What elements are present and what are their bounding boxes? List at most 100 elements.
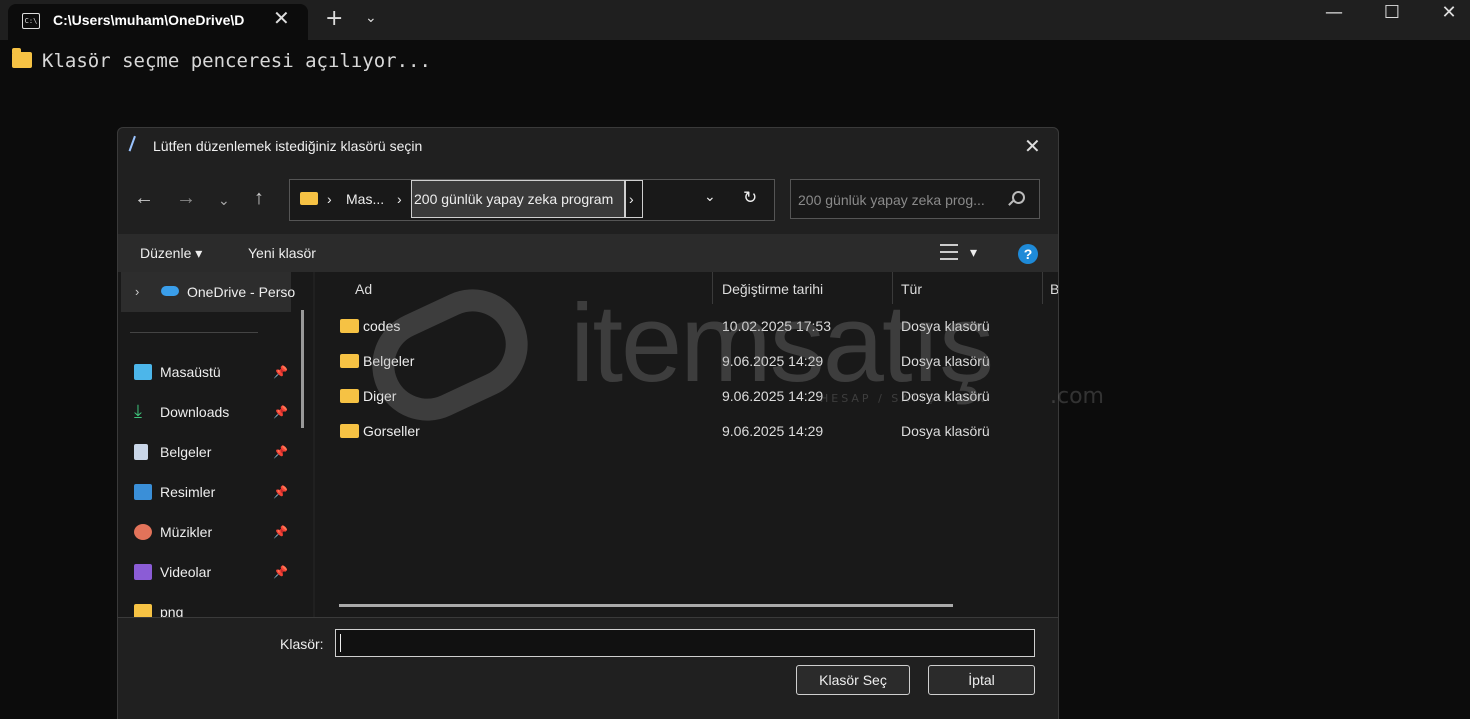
close-icon[interactable]: ✕ xyxy=(273,6,290,30)
folder-icon xyxy=(340,424,359,438)
column-divider[interactable] xyxy=(892,272,893,304)
search-icon xyxy=(1012,191,1025,204)
window-close-button[interactable]: ✕ xyxy=(1426,2,1470,23)
folder-name-input[interactable] xyxy=(335,629,1035,657)
folder-icon xyxy=(12,48,32,68)
nav-item-documents[interactable]: Belgeler xyxy=(134,444,212,460)
nav-label: Downloads xyxy=(160,404,230,420)
horizontal-scrollbar[interactable] xyxy=(339,604,953,607)
forward-arrow-icon[interactable]: → xyxy=(176,187,196,210)
download-icon: ⤓ xyxy=(134,401,142,421)
nav-scrollbar[interactable] xyxy=(301,310,304,428)
nav-item-videos[interactable]: Videolar xyxy=(134,564,212,580)
back-arrow-icon[interactable]: ← xyxy=(134,187,154,210)
feather-icon xyxy=(128,135,144,155)
refresh-icon[interactable]: ↻ xyxy=(743,188,757,208)
folder-icon xyxy=(340,319,359,333)
terminal-tab[interactable]: C:\ C:\Users\muham\OneDrive\D ✕ xyxy=(8,4,308,40)
folder-icon xyxy=(340,354,359,368)
file-date: 10.02.2025 17:53 xyxy=(722,318,831,334)
nav-item-desktop[interactable]: Masaüstü xyxy=(134,364,221,380)
terminal-titlebar: C:\ C:\Users\muham\OneDrive\D ✕ + ⌄ — ☐ … xyxy=(0,0,1470,40)
address-dropdown-icon[interactable]: ⌄ xyxy=(704,188,716,205)
nav-item-onedrive[interactable]: › OneDrive - Perso xyxy=(121,272,295,312)
file-date: 9.06.2025 14:29 xyxy=(722,388,824,404)
chevron-down-icon[interactable]: ⌄ xyxy=(365,10,377,26)
column-header-size[interactable]: B xyxy=(1050,281,1058,297)
dialog-toolbar: Düzenle ▾ Yeni klasör ▾ ? xyxy=(118,234,1058,272)
pin-icon: 📌 xyxy=(273,365,288,379)
tab-title: C:\Users\muham\OneDrive\D xyxy=(53,12,245,28)
pin-icon: 📌 xyxy=(273,405,288,419)
search-input[interactable]: 200 günlük yapay zeka prog... xyxy=(790,179,1040,219)
file-row[interactable]: Gorseller 9.06.2025 14:29 Dosya klasörü xyxy=(315,417,1058,447)
music-icon xyxy=(134,524,152,540)
view-dropdown-icon[interactable]: ▾ xyxy=(970,244,977,261)
breadcrumb-sep-icon: › xyxy=(397,191,402,207)
nav-item-music[interactable]: Müzikler xyxy=(134,524,213,540)
column-header-name[interactable]: Ad xyxy=(355,281,372,297)
file-row[interactable]: Diger 9.06.2025 14:29 Dosya klasörü xyxy=(315,382,1058,412)
view-options-icon[interactable] xyxy=(940,244,958,260)
help-icon[interactable]: ? xyxy=(1018,244,1038,264)
maximize-button[interactable]: ☐ xyxy=(1369,2,1415,23)
text-caret xyxy=(340,634,341,652)
file-type: Dosya klasörü xyxy=(901,423,990,439)
folder-icon xyxy=(300,192,318,205)
select-folder-button[interactable]: Klasör Seç xyxy=(796,665,910,695)
chevron-right-icon: › xyxy=(629,191,634,207)
new-tab-button[interactable]: + xyxy=(325,6,343,31)
recent-chevron-icon[interactable]: ⌄ xyxy=(218,192,230,209)
file-type: Dosya klasörü xyxy=(901,318,990,334)
breadcrumb-item[interactable]: Mas... xyxy=(346,191,384,207)
pin-icon: 📌 xyxy=(273,565,288,579)
pin-icon: 📌 xyxy=(273,525,288,539)
column-divider[interactable] xyxy=(1042,272,1043,304)
organize-menu[interactable]: Düzenle ▾ xyxy=(140,245,202,262)
breadcrumb-expand-button[interactable]: › xyxy=(625,180,643,218)
file-type: Dosya klasörü xyxy=(901,388,990,404)
folder-icon xyxy=(340,389,359,403)
breadcrumb-current[interactable]: 200 günlük yapay zeka program xyxy=(411,180,625,218)
up-arrow-icon[interactable]: ↑ xyxy=(254,187,264,210)
new-folder-button[interactable]: Yeni klasör xyxy=(248,245,316,261)
expand-chevron-icon[interactable]: › xyxy=(135,284,139,299)
document-icon xyxy=(134,444,148,460)
file-name: Belgeler xyxy=(363,353,415,369)
desktop-icon xyxy=(134,364,152,380)
divider xyxy=(130,332,258,333)
file-name: Gorseller xyxy=(363,423,420,439)
dialog-footer: Klasör: Klasör Seç İptal xyxy=(118,617,1058,719)
sort-arrow-icon: ^ xyxy=(801,272,807,279)
navigation-pane: › OneDrive - Perso Masaüstü 📌 ⤓ Download… xyxy=(118,272,313,617)
file-name: Diger xyxy=(363,388,397,404)
nav-label: Resimler xyxy=(160,484,216,500)
pin-icon: 📌 xyxy=(273,445,288,459)
address-bar[interactable]: › Mas... › 200 günlük yapay zeka program… xyxy=(289,179,775,221)
terminal-output: Klasör seçme penceresi açılıyor... xyxy=(12,48,431,72)
nav-item-downloads[interactable]: ⤓ Downloads xyxy=(134,401,230,421)
column-divider[interactable] xyxy=(712,272,713,304)
breadcrumb-sep-icon: › xyxy=(327,191,332,207)
output-text: Klasör seçme penceresi açılıyor... xyxy=(42,50,431,72)
column-header-modified[interactable]: Değiştirme tarihi xyxy=(722,281,823,297)
nav-label: Belgeler xyxy=(160,444,212,460)
file-row[interactable]: codes 10.02.2025 17:53 Dosya klasörü xyxy=(315,312,1058,342)
pin-icon: 📌 xyxy=(273,485,288,499)
file-row[interactable]: Belgeler 9.06.2025 14:29 Dosya klasörü xyxy=(315,347,1058,377)
minimize-button[interactable]: — xyxy=(1311,2,1357,23)
breadcrumb-current-label: 200 günlük yapay zeka program xyxy=(414,191,614,207)
search-placeholder: 200 günlük yapay zeka prog... xyxy=(798,192,985,208)
nav-label: Müzikler xyxy=(160,524,213,540)
cancel-button[interactable]: İptal xyxy=(928,665,1035,695)
organize-label: Düzenle xyxy=(140,245,192,261)
nav-item-pictures[interactable]: Resimler xyxy=(134,484,216,500)
nav-onedrive-label: OneDrive - Perso xyxy=(187,284,296,300)
column-header-type[interactable]: Tür xyxy=(901,281,922,297)
terminal-icon: C:\ xyxy=(22,13,40,29)
dialog-close-icon[interactable]: ✕ xyxy=(1024,134,1041,159)
nav-label: Videolar xyxy=(160,564,212,580)
folder-picker-dialog: Lütfen düzenlemek istediğiniz klasörü se… xyxy=(117,127,1059,719)
nav-item-png[interactable]: png xyxy=(134,604,183,617)
folder-field-label: Klasör: xyxy=(280,636,324,652)
